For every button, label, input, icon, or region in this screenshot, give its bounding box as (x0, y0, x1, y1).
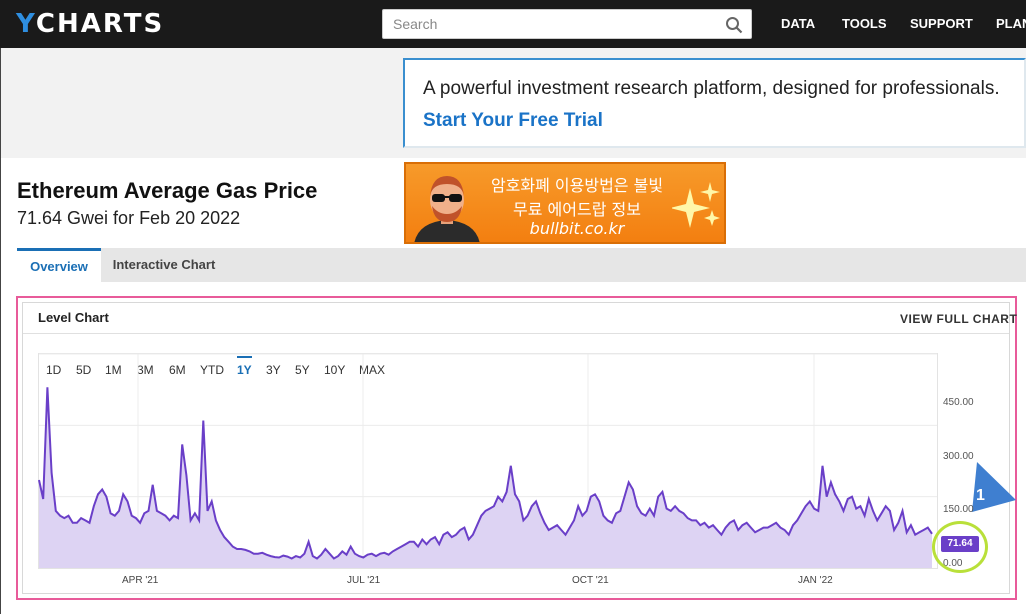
callout-circle (932, 521, 988, 573)
series-area-fill (39, 387, 932, 568)
x-tick-label: APR '21 (122, 575, 159, 586)
x-tick-label: JAN '22 (798, 575, 833, 586)
y-tick-label: 450.00 (943, 397, 974, 408)
x-tick-label: JUL '21 (347, 575, 381, 586)
y-tick-label: 150.00 (943, 504, 974, 515)
x-tick-label: OCT '21 (572, 575, 609, 586)
annotation-number: 1 (976, 487, 985, 504)
y-tick-label: 300.00 (943, 451, 974, 462)
level-chart-plot[interactable] (0, 0, 1026, 614)
